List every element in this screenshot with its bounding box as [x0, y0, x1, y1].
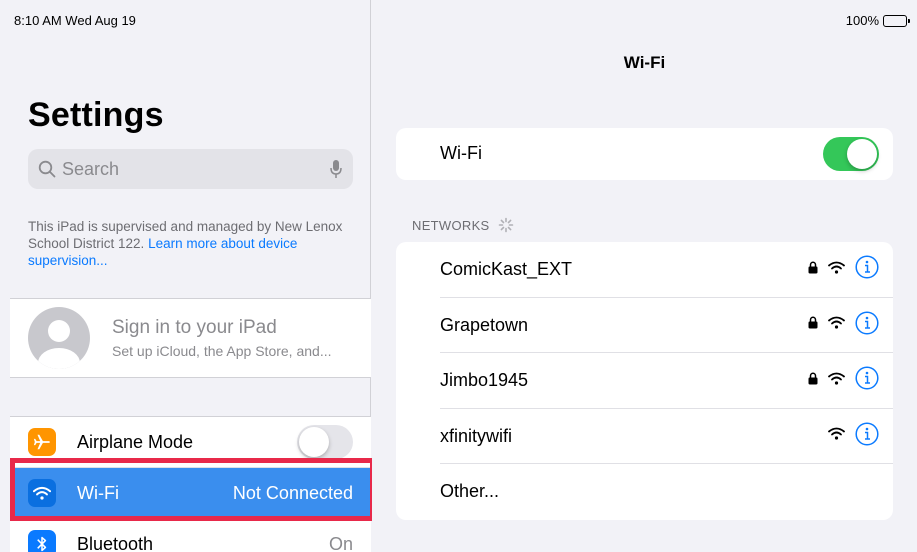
sign-in-subtitle: Set up iCloud, the App Store, and...: [112, 343, 332, 359]
wifi-signal-icon: [828, 316, 845, 329]
network-row[interactable]: ComicKast_EXT: [440, 242, 893, 298]
info-icon[interactable]: [855, 310, 879, 335]
search-input[interactable]: [62, 158, 329, 180]
network-row[interactable]: xfinitywifi: [440, 409, 893, 464]
search-bar[interactable]: [28, 149, 353, 189]
battery-icon: [883, 14, 910, 27]
networks-list: ComicKast_EXT Grapetown Jimbo1945 xfinit…: [396, 242, 893, 520]
sidebar-item-label: Bluetooth: [77, 533, 154, 552]
page-title: Settings: [28, 96, 164, 134]
settings-sidebar: Settings This iPad is supervised and man…: [0, 0, 375, 552]
airplane-icon: [28, 428, 56, 456]
networks-header: NETWORKS: [412, 217, 514, 233]
lock-icon: [808, 372, 818, 384]
airplane-mode-toggle[interactable]: [297, 425, 353, 459]
info-icon[interactable]: [855, 421, 879, 446]
supervision-notice: This iPad is supervised and managed by N…: [28, 218, 353, 269]
bluetooth-status-value: On: [328, 533, 353, 552]
wifi-detail-pane: Wi-Fi Wi-Fi NETWORKS ComicKast_EXT Grape…: [372, 0, 917, 552]
sidebar-item-wifi[interactable]: Wi-Fi Not Connected: [10, 468, 371, 519]
bluetooth-icon: [28, 530, 56, 552]
lock-icon: [808, 316, 818, 329]
network-row[interactable]: Jimbo1945: [440, 353, 893, 409]
network-row[interactable]: Grapetown: [440, 298, 893, 353]
sign-in-row[interactable]: Sign in to your iPad Set up iCloud, the …: [10, 298, 371, 378]
search-icon: [38, 160, 56, 178]
sidebar-item-airplane-mode[interactable]: Airplane Mode: [10, 417, 371, 468]
sidebar-item-label: Airplane Mode: [77, 431, 194, 452]
networks-header-label: NETWORKS: [412, 217, 490, 233]
info-icon[interactable]: [855, 255, 879, 279]
loading-spinner-icon: [498, 217, 513, 233]
avatar: [28, 307, 90, 369]
lock-icon: [808, 261, 818, 273]
network-name: xfinitywifi: [440, 425, 513, 446]
status-bar: 8:10 AM Wed Aug 19 100%: [0, 0, 917, 30]
wifi-toggle[interactable]: [823, 137, 879, 171]
detail-title: Wi-Fi: [623, 53, 666, 72]
network-row-other[interactable]: Other...: [440, 464, 893, 520]
wifi-signal-icon: [828, 261, 845, 274]
battery-percent: 100%: [845, 13, 879, 28]
network-name: Other...: [440, 481, 500, 501]
network-name: ComicKast_EXT: [440, 259, 573, 279]
network-name: Jimbo1945: [440, 370, 529, 390]
sidebar-item-label: Wi-Fi: [77, 482, 119, 503]
sign-in-title: Sign in to your iPad: [112, 317, 277, 338]
network-name: Grapetown: [440, 314, 529, 335]
battery-indicator: 100%: [845, 13, 910, 28]
wifi-toggle-row: Wi-Fi: [396, 128, 893, 180]
microphone-icon[interactable]: [329, 159, 343, 179]
wifi-icon: [28, 479, 56, 507]
sidebar-item-bluetooth[interactable]: Bluetooth On: [10, 519, 371, 552]
wifi-signal-icon: [828, 427, 845, 440]
person-icon: [38, 320, 80, 369]
wifi-toggle-label: Wi-Fi: [440, 143, 482, 163]
settings-list: Airplane Mode Wi-Fi Not Connected Blueto…: [10, 416, 371, 552]
wifi-signal-icon: [828, 372, 845, 385]
info-icon[interactable]: [855, 366, 879, 390]
status-time: 8:10 AM Wed Aug 19: [14, 13, 136, 28]
wifi-status-value: Not Connected: [232, 482, 353, 503]
